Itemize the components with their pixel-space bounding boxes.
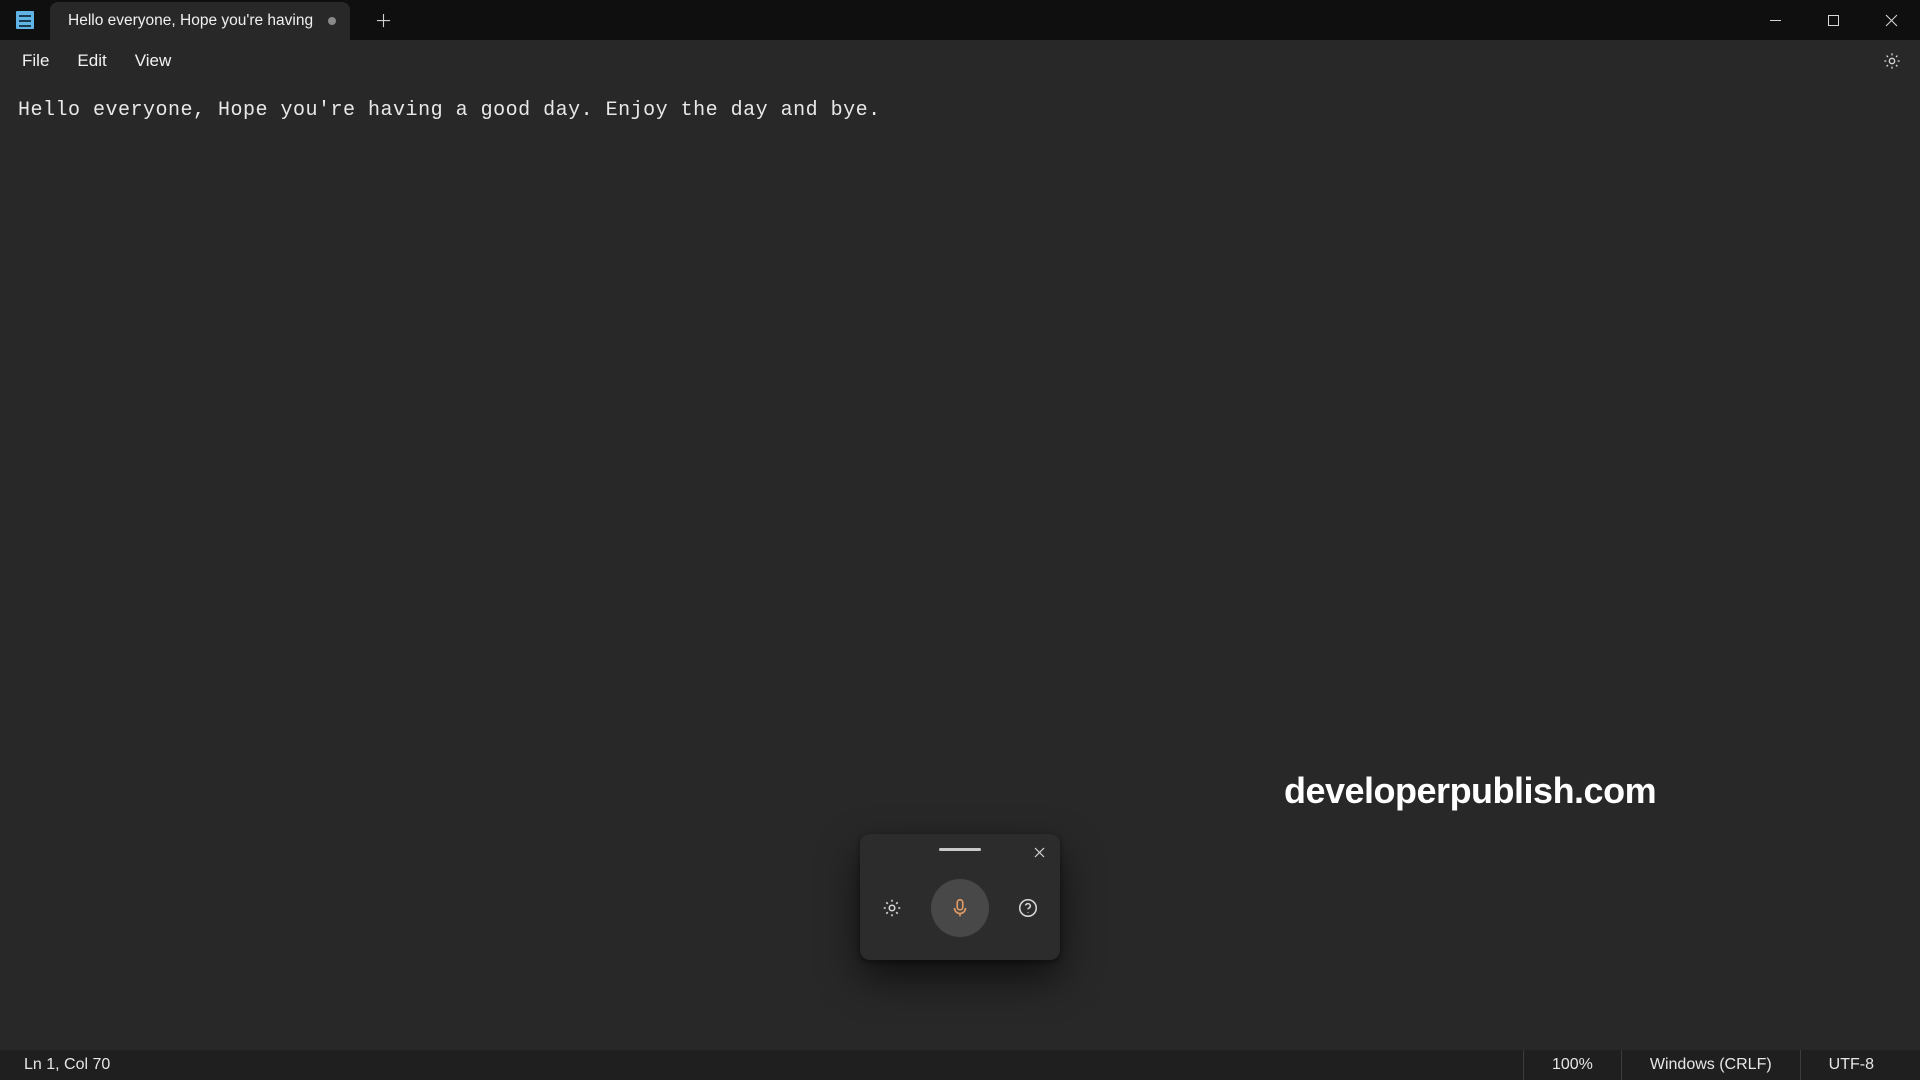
document-tab[interactable]: Hello everyone, Hope you're having — [50, 2, 350, 40]
status-line-ending[interactable]: Windows (CRLF) — [1621, 1050, 1800, 1080]
new-tab-button[interactable] — [360, 0, 406, 40]
voice-panel-body — [860, 866, 1060, 960]
maximize-icon — [1827, 14, 1840, 27]
voice-mic-button[interactable] — [931, 879, 989, 937]
maximize-button[interactable] — [1804, 0, 1862, 40]
settings-button[interactable] — [1872, 45, 1912, 77]
drag-handle-icon[interactable] — [939, 848, 981, 851]
title-bar-left: Hello everyone, Hope you're having — [0, 0, 1746, 40]
notepad-icon — [16, 11, 34, 29]
minimize-icon — [1769, 14, 1782, 27]
status-bar: Ln 1, Col 70 100% Windows (CRLF) UTF-8 — [0, 1050, 1920, 1080]
minimize-button[interactable] — [1746, 0, 1804, 40]
help-icon — [1017, 897, 1039, 919]
gear-icon — [881, 897, 903, 919]
status-position: Ln 1, Col 70 — [18, 1056, 1523, 1074]
close-icon — [1034, 847, 1045, 858]
status-right: 100% Windows (CRLF) UTF-8 — [1523, 1050, 1902, 1080]
menu-view[interactable]: View — [121, 45, 186, 77]
menu-edit[interactable]: Edit — [63, 45, 120, 77]
gear-icon — [1882, 51, 1902, 71]
tab-title: Hello everyone, Hope you're having — [68, 12, 318, 30]
microphone-icon — [949, 897, 971, 919]
status-encoding[interactable]: UTF-8 — [1800, 1050, 1902, 1080]
close-window-button[interactable] — [1862, 0, 1920, 40]
voice-help-button[interactable] — [1015, 895, 1041, 921]
app-icon — [0, 0, 50, 40]
modified-indicator-icon — [328, 17, 336, 25]
voice-panel-top[interactable] — [860, 834, 1060, 866]
status-zoom[interactable]: 100% — [1523, 1050, 1621, 1080]
window-controls — [1746, 0, 1920, 40]
voice-close-button[interactable] — [1026, 840, 1052, 864]
plus-icon — [376, 13, 391, 28]
watermark-text: developerpublish.com — [1284, 770, 1656, 812]
voice-typing-panel[interactable] — [860, 834, 1060, 960]
voice-settings-button[interactable] — [879, 895, 905, 921]
menu-bar: File Edit View — [0, 40, 1920, 82]
close-icon — [1885, 14, 1898, 27]
title-bar: Hello everyone, Hope you're having — [0, 0, 1920, 40]
menu-file[interactable]: File — [8, 45, 63, 77]
